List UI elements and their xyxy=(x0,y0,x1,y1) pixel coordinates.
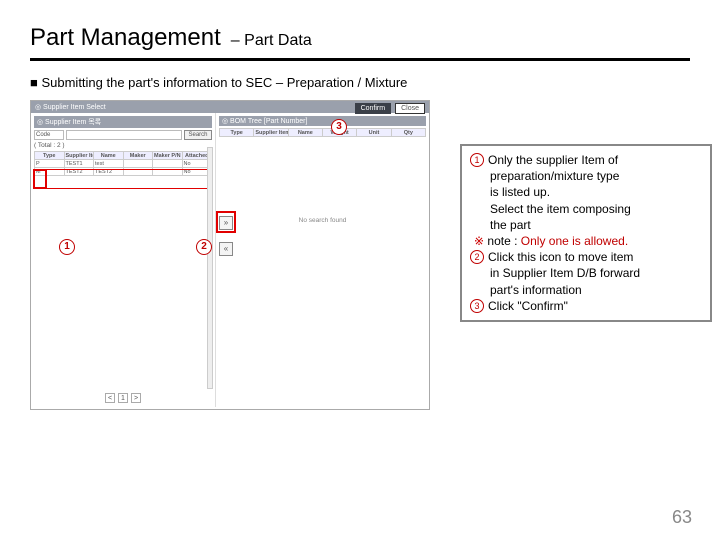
bom-col-unit: Unit xyxy=(357,129,391,137)
move-forward-button[interactable]: » xyxy=(219,216,233,230)
col-type: Type xyxy=(35,152,65,160)
pager-next[interactable]: > xyxy=(131,393,141,403)
search-input[interactable] xyxy=(66,130,182,140)
note-icon: ※ xyxy=(474,234,484,248)
supplier-item-table: Type Supplier Item Code Name Maker Maker… xyxy=(34,151,212,176)
no-data-label: No search found xyxy=(219,217,426,224)
col-name: Name xyxy=(94,152,124,160)
move-back-button[interactable]: « xyxy=(219,242,233,256)
page-number: 63 xyxy=(672,507,692,528)
pager-page[interactable]: 1 xyxy=(118,393,128,403)
code-select[interactable]: Code xyxy=(34,130,64,140)
section-subtitle: ■ Submitting the part's information to S… xyxy=(30,75,690,90)
info-marker-3: 3 xyxy=(470,299,484,313)
page-title: Part Management – Part Data xyxy=(30,24,690,52)
callout-3: 3 xyxy=(331,119,347,135)
bom-tree-panel: ◎ BOM Tree [Part Number] Type Supplier I… xyxy=(216,113,429,407)
table-row[interactable]: P TEST1 test No xyxy=(35,160,212,168)
supplier-item-panel: ◎ Supplier Item 목록 Code Search ( Total :… xyxy=(31,113,216,407)
search-button[interactable]: Search xyxy=(184,130,212,140)
bom-col-code: Supplier Item Code xyxy=(254,129,288,137)
app-screenshot: ◎ Supplier Item Select Confirm Close ◎ S… xyxy=(30,100,430,410)
col-code: Supplier Item Code xyxy=(64,152,94,160)
scrollbar[interactable] xyxy=(207,147,213,389)
right-panel-title: ◎ BOM Tree [Part Number] xyxy=(219,116,426,126)
table-row[interactable]: M TEST2 TEST2 No xyxy=(35,168,212,176)
left-panel-title: ◎ Supplier Item 목록 xyxy=(34,116,212,128)
total-count-label: ( Total : 2 ) xyxy=(34,142,212,149)
pager: < 1 > xyxy=(105,393,141,403)
info-marker-2: 2 xyxy=(470,250,484,264)
instructions-box: 1Only the supplier Item of preparation/m… xyxy=(460,144,712,322)
bom-col-name: Name xyxy=(288,129,322,137)
bom-col-type: Type xyxy=(220,129,254,137)
callout-2: 2 xyxy=(196,239,212,255)
pager-prev[interactable]: < xyxy=(105,393,115,403)
info-marker-1: 1 xyxy=(470,153,484,167)
callout-1: 1 xyxy=(59,239,75,255)
title-sub: – Part Data xyxy=(231,32,312,50)
col-makerpn: Maker P/N xyxy=(153,152,183,160)
title-main: Part Management xyxy=(30,24,221,52)
bom-col-qty: Qty xyxy=(391,129,425,137)
col-maker: Maker xyxy=(123,152,153,160)
title-divider xyxy=(30,58,690,61)
bom-table: Type Supplier Item Code Name Weight Unit… xyxy=(219,128,426,137)
